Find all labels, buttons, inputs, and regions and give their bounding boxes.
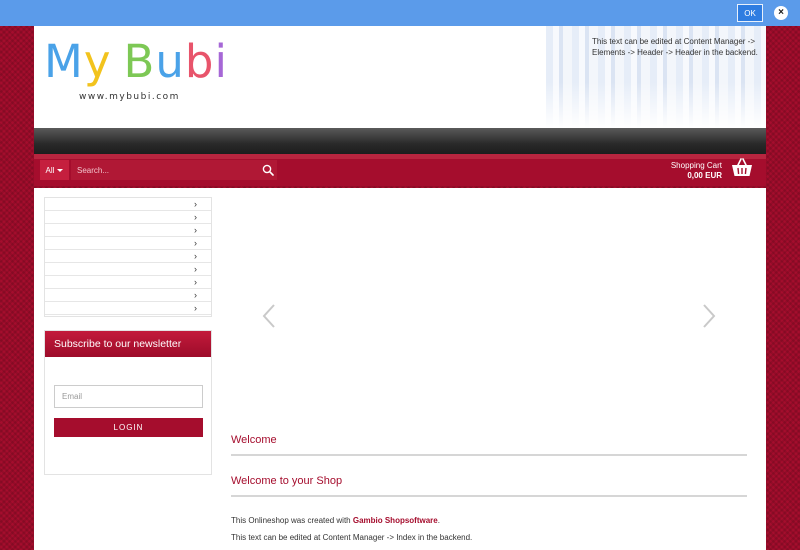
cookie-bar: OK × (0, 0, 800, 26)
main-content: › › › › › › › › › Subscribe to our newsletter LO… (34, 188, 766, 550)
search-input[interactable] (71, 160, 277, 180)
search-bar: All Shopping Cart 0,00 EUR (34, 154, 766, 186)
chevron-right-icon: › (194, 212, 197, 222)
chevron-right-icon[interactable] (702, 303, 716, 329)
chevron-right-icon: › (194, 264, 197, 274)
gambio-link[interactable]: Gambio Shopsoftware (353, 516, 438, 525)
category-filter-button[interactable]: All (40, 160, 69, 180)
logo-letter: M (44, 35, 84, 88)
shop-heading: Welcome to your Shop (231, 475, 343, 487)
category-item[interactable]: › (45, 211, 211, 224)
category-list: › › › › › › › › › (44, 197, 212, 317)
divider (231, 454, 747, 456)
logo-letter: y (83, 35, 112, 88)
category-item[interactable]: › (45, 237, 211, 250)
close-icon[interactable]: × (774, 6, 788, 20)
main-navigation (34, 128, 766, 154)
shop-url: www.mybubi.com (79, 92, 180, 102)
cookie-ok-button[interactable]: OK (737, 4, 763, 22)
chevron-right-icon: › (194, 238, 197, 248)
chevron-right-icon: › (194, 290, 197, 300)
newsletter-box: Subscribe to our newsletter LOGIN (44, 330, 212, 475)
welcome-heading: Welcome (231, 434, 277, 446)
caret-down-icon (57, 168, 64, 172)
created-prefix: This Onlineshop was created with (231, 516, 353, 525)
logo-letter: b (184, 35, 215, 88)
chevron-right-icon: › (194, 277, 197, 287)
category-item[interactable]: › (45, 263, 211, 276)
edit-note: This text can be edited at Content Manag… (231, 533, 473, 542)
category-filter-label: All (45, 165, 55, 175)
category-item[interactable]: › (45, 289, 211, 302)
created-suffix: . (437, 516, 440, 525)
divider (231, 495, 747, 497)
search-icon[interactable] (262, 164, 274, 176)
logo-letter: u (155, 35, 185, 88)
category-item[interactable]: › (45, 302, 211, 315)
logo-letter: i (214, 35, 228, 88)
chevron-right-icon: › (194, 251, 197, 261)
newsletter-title: Subscribe to our newsletter (45, 331, 211, 357)
header-notice: This text can be edited at Content Manag… (592, 37, 758, 57)
cart-amount[interactable]: 0,00 EUR (687, 171, 722, 180)
cart-label[interactable]: Shopping Cart (671, 161, 722, 170)
created-with-text: This Onlineshop was created with Gambio … (231, 516, 440, 525)
shop-logo[interactable]: My Bubi (44, 38, 228, 86)
category-item[interactable]: › (45, 224, 211, 237)
chevron-right-icon: › (194, 303, 197, 313)
login-button[interactable]: LOGIN (54, 418, 203, 437)
category-item[interactable]: › (45, 198, 211, 211)
category-item[interactable]: › (45, 276, 211, 289)
chevron-right-icon: › (194, 225, 197, 235)
basket-icon[interactable] (731, 158, 753, 178)
chevron-right-icon: › (194, 199, 197, 209)
category-item[interactable]: › (45, 250, 211, 263)
chevron-left-icon[interactable] (262, 303, 276, 329)
logo-letter: B (123, 35, 156, 88)
email-field[interactable] (54, 385, 203, 408)
shop-header: My Bubi www.mybubi.com This text can be … (34, 26, 766, 128)
